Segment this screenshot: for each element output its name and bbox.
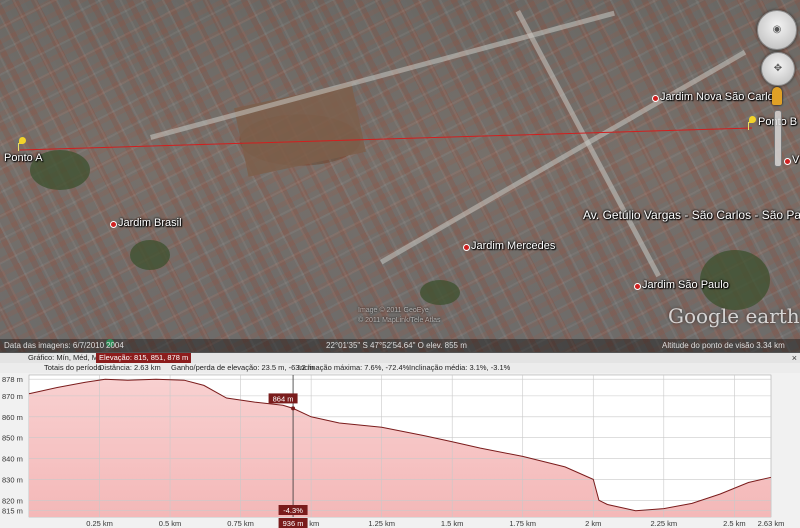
y-tick-label: 840 m — [2, 455, 23, 464]
y-tick-label: 878 m — [2, 375, 23, 384]
place-label-jardim-brasil: Jardim Brasil — [118, 217, 182, 229]
y-tick-label: 870 m — [2, 392, 23, 401]
y-tick-label: 850 m — [2, 434, 23, 443]
path-line — [20, 128, 752, 150]
totals-label: Totais do período — [44, 363, 102, 373]
y-tick-label: 860 m — [2, 413, 23, 422]
avenue-label: Av. Getúlio Vargas - São Carlos - São Pa… — [583, 208, 800, 222]
place-dot[interactable] — [634, 283, 641, 290]
place-dot[interactable] — [463, 244, 470, 251]
cursor-point — [291, 406, 295, 410]
elevation-stats: Elevação: 815, 851, 878 m — [96, 353, 191, 363]
move-control[interactable]: ✥ — [761, 52, 795, 86]
place-dot[interactable] — [652, 95, 659, 102]
distance-stat: Distância: 2.63 km — [99, 363, 161, 373]
place-label-jardim-sao-paulo: Jardim São Paulo — [642, 279, 729, 291]
point-a-label: Ponto A — [4, 152, 43, 164]
cursor-slope-label: -4.3% — [283, 506, 303, 515]
eye-icon: ◉ — [758, 24, 796, 35]
google-earth-logo: Google earth — [668, 304, 800, 328]
y-tick-label: 830 m — [2, 475, 23, 484]
look-around-control[interactable]: ◉ — [757, 10, 797, 50]
profile-totals-row: Totais do período Distância: 2.63 km Gan… — [0, 363, 800, 373]
y-tick-label: 820 m — [2, 496, 23, 505]
max-slope-stat: Inclinação máxima: 7.6%, -72.4% — [298, 363, 409, 373]
graph-stats-label: Gráfico: Mín, Méd, Máx — [28, 353, 106, 363]
place-dot[interactable] — [110, 221, 117, 228]
move-arrows-icon: ✥ — [762, 63, 794, 74]
elevation-profile-panel[interactable]: Gráfico: Mín, Méd, Máx Elevação: 815, 85… — [0, 352, 800, 528]
zoom-slider[interactable] — [774, 110, 782, 167]
avg-slope-stat: Inclinação média: 3.1%, -3.1% — [409, 363, 510, 373]
point-b-pin[interactable] — [746, 116, 756, 130]
y-tick-label: 815 m — [2, 507, 23, 516]
gain-loss-stat: Ganho/perda de elevação: 23.5 m, -63.2 m — [171, 363, 314, 373]
measured-path — [0, 0, 800, 352]
status-bar: Data das imagens: 6/7/2010 2004 22°01'35… — [0, 339, 800, 352]
cursor-coordinates: 22°01'35" S 47°52'54.64" O elev. 855 m — [326, 339, 467, 352]
close-profile-button[interactable]: × — [792, 353, 797, 363]
place-label-jardim-mercedes: Jardim Mercedes — [471, 240, 555, 252]
eye-altitude: Altitude do ponto de visão 3.34 km — [662, 339, 785, 352]
street-view-pegman-icon[interactable] — [772, 87, 782, 105]
place-dot[interactable] — [784, 158, 791, 165]
imagery-date: Data das imagens: 6/7/2010 — [4, 339, 104, 352]
edge-label: V — [792, 154, 799, 166]
satellite-map[interactable]: Ponto A Ponto B Jardim Brasil Jardim Nov… — [0, 0, 800, 352]
elevation-chart[interactable]: 878 m 870 m 860 m 850 m 840 m 830 m 820 m 815 m… — [0, 373, 800, 528]
imagery-credit-1: Image © 2011 GeoEye — [358, 306, 429, 315]
point-a-pin[interactable] — [16, 137, 26, 151]
place-label-jardim-nova-sao-carlos: Jardim Nova São Carlos — [660, 91, 779, 103]
profile-header-row: Gráfico: Mín, Méd, Máx Elevação: 815, 85… — [0, 353, 800, 363]
imagery-credit-2: © 2011 MapLink/Tele Atlas — [358, 316, 440, 325]
cursor-elevation-label: 864 m — [273, 394, 294, 403]
